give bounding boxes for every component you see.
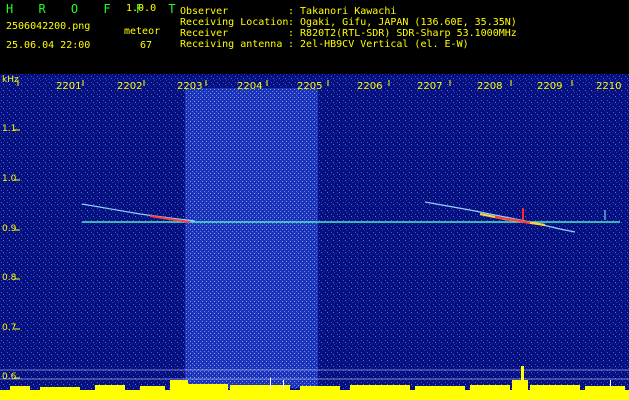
header-panel: H R O F F T 1.0.0 2506042200.png 25.06.0… — [0, 0, 629, 74]
info-value-antenna: : 2el-HB9CV Vertical (el. E-W) — [288, 39, 469, 50]
x-tick-label: 2203 — [177, 81, 203, 92]
x-tick-label: 2208 — [477, 81, 503, 92]
x-tick-label: 2204 — [237, 81, 263, 92]
y-tick-label: 1.1 — [2, 124, 17, 134]
x-tick-label: 2206 — [357, 81, 383, 92]
y-axis-unit: kHz — [2, 75, 19, 85]
interference-band — [185, 88, 318, 388]
spectrogram-area: kHz 1.1 1.0 0.9 0.8 0.7 0.6 — [0, 74, 629, 400]
app-logo: H R O F F T — [6, 2, 185, 16]
y-tick-label: 0.9 — [2, 224, 17, 234]
info-key-antenna: Receiving antenna — [180, 39, 283, 50]
y-tick-label: 0.6 — [2, 372, 17, 382]
app-version: 1.0.0 — [126, 3, 157, 14]
spectrogram-svg — [0, 74, 629, 400]
file-name: 2506042200.png — [6, 21, 91, 32]
file-datetime: 25.06.04 22:00 — [6, 40, 91, 51]
meteor-count: 67 — [140, 40, 153, 51]
x-tick-label: 2210 — [596, 81, 622, 92]
x-tick-label: 2209 — [537, 81, 563, 92]
y-tick-label: 0.7 — [2, 323, 17, 333]
meteor-label: meteor — [124, 26, 161, 37]
x-tick-label: 2201 — [56, 81, 82, 92]
y-tick-label: 0.8 — [2, 273, 17, 283]
x-tick-label: 2207 — [417, 81, 443, 92]
x-tick-label: 2205 — [297, 81, 323, 92]
x-tick-label: 2202 — [117, 81, 143, 92]
y-tick-label: 1.0 — [2, 174, 17, 184]
